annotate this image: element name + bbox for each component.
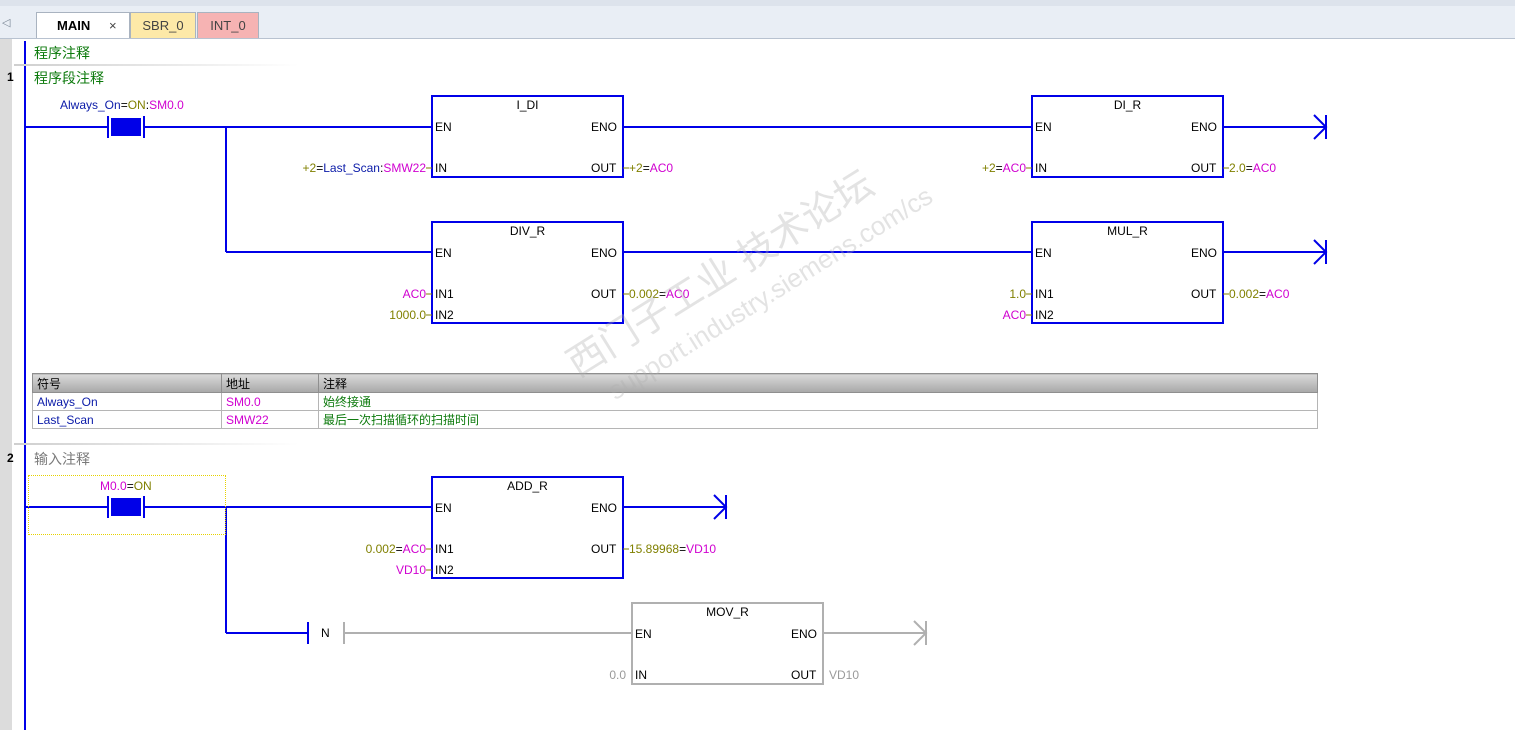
operand-out[interactable]: 15.89968=VD10 bbox=[629, 542, 716, 556]
pin-en: EN bbox=[435, 120, 452, 134]
operand-out[interactable]: 0.002=AC0 bbox=[1229, 287, 1289, 301]
operand-value: 0.002 bbox=[365, 542, 396, 556]
pin-out: OUT bbox=[1191, 287, 1217, 301]
pin-en: EN bbox=[435, 246, 452, 260]
column-header: 地址 bbox=[221, 373, 319, 393]
pin-eno: ENO bbox=[591, 501, 618, 515]
table-row[interactable]: Always_On SM0.0 始终接通 bbox=[32, 392, 1318, 411]
eq-sign: = bbox=[995, 161, 1003, 175]
contact-label[interactable]: M0.0=ON bbox=[100, 479, 152, 493]
box-title[interactable]: MUL_R bbox=[1032, 224, 1223, 238]
table-cell: Last_Scan bbox=[32, 410, 222, 429]
pin-in: IN bbox=[1035, 161, 1047, 175]
pin-out: OUT bbox=[591, 287, 617, 301]
pin-out: OUT bbox=[591, 542, 617, 556]
contact-address: M0.0 bbox=[100, 479, 127, 493]
column-header: 符号 bbox=[32, 373, 222, 393]
column-header: 注释 bbox=[318, 373, 1318, 393]
operand-value: 0.002 bbox=[1229, 287, 1260, 301]
box-title[interactable]: MOV_R bbox=[632, 605, 823, 619]
operand-out[interactable]: 2.0=AC0 bbox=[1229, 161, 1276, 175]
operand-address: AC0 bbox=[649, 161, 674, 175]
table-cell: SMW22 bbox=[221, 410, 319, 429]
pin-in: IN bbox=[435, 161, 447, 175]
pin-in1: IN1 bbox=[435, 542, 454, 556]
box-title[interactable]: DIV_R bbox=[432, 224, 623, 238]
operand-value: 15.89968 bbox=[629, 542, 680, 556]
n-contact-label[interactable]: N bbox=[321, 626, 330, 640]
operand-in2[interactable]: VD10 bbox=[326, 563, 426, 577]
operand-symbol: Last_Scan bbox=[323, 161, 380, 175]
table-cell: SM0.0 bbox=[221, 392, 319, 411]
network-number-2: 2 bbox=[7, 451, 14, 465]
operand-value: +2 bbox=[981, 161, 996, 175]
pin-in2: IN2 bbox=[1035, 308, 1054, 322]
ladder-diagram bbox=[26, 95, 1328, 685]
pin-en: EN bbox=[1035, 246, 1052, 260]
box-title[interactable]: DI_R bbox=[1032, 98, 1223, 112]
eq-sign: = bbox=[126, 479, 134, 493]
pin-eno: ENO bbox=[1191, 246, 1218, 260]
operand-out[interactable]: +2=AC0 bbox=[629, 161, 673, 175]
pin-in: IN bbox=[635, 668, 647, 682]
operand-in[interactable]: +2=AC0 bbox=[926, 161, 1026, 175]
table-cell: 始终接通 bbox=[318, 392, 1318, 411]
operand-in1[interactable]: AC0 bbox=[326, 287, 426, 301]
operand-value: 2.0 bbox=[1229, 161, 1246, 175]
operand-value: +2 bbox=[302, 161, 317, 175]
pin-en: EN bbox=[635, 627, 652, 641]
pin-in1: IN1 bbox=[1035, 287, 1054, 301]
pin-en: EN bbox=[435, 501, 452, 515]
table-cell: 最后一次扫描循环的扫描时间 bbox=[318, 410, 1318, 429]
operand-address: AC0 bbox=[1252, 161, 1277, 175]
contact-state: ON bbox=[127, 98, 146, 112]
operand-address: SMW22 bbox=[383, 161, 426, 175]
divider bbox=[14, 443, 299, 445]
pin-eno: ENO bbox=[791, 627, 818, 641]
operand-in1[interactable]: 0.002=AC0 bbox=[306, 542, 426, 556]
symbol-table: 符号 地址 注释 Always_On SM0.0 始终接通 Last_Scan … bbox=[32, 373, 1318, 429]
eq-sign: = bbox=[1245, 161, 1253, 175]
operand-out[interactable]: VD10 bbox=[829, 668, 859, 682]
pin-in2: IN2 bbox=[435, 563, 454, 577]
pin-out: OUT bbox=[1191, 161, 1217, 175]
pin-eno: ENO bbox=[591, 246, 618, 260]
eq-sign: = bbox=[395, 542, 403, 556]
box-title[interactable]: ADD_R bbox=[432, 479, 623, 493]
eq-sign: = bbox=[120, 98, 128, 112]
table-cell: Always_On bbox=[32, 392, 222, 411]
pin-out: OUT bbox=[791, 668, 817, 682]
pin-out: OUT bbox=[591, 161, 617, 175]
operand-in2[interactable]: AC0 bbox=[926, 308, 1026, 322]
contact-address: SM0.0 bbox=[149, 98, 184, 112]
pin-in2: IN2 bbox=[435, 308, 454, 322]
pin-eno: ENO bbox=[591, 120, 618, 134]
operand-in[interactable]: +2=Last_Scan:SMW22 bbox=[226, 161, 426, 175]
eq-sign: = bbox=[1259, 287, 1267, 301]
network-2-comment[interactable]: 输入注释 bbox=[34, 449, 90, 469]
eq-sign: = bbox=[642, 161, 650, 175]
operand-in2[interactable]: 1000.0 bbox=[326, 308, 426, 322]
operand-address: AC0 bbox=[1002, 161, 1026, 175]
pin-en: EN bbox=[1035, 120, 1052, 134]
operand-address: VD10 bbox=[686, 542, 717, 556]
operand-in[interactable]: 0.0 bbox=[526, 668, 626, 682]
contact-fill bbox=[111, 118, 141, 136]
operand-value: +2 bbox=[629, 161, 643, 175]
contact-symbol: Always_On bbox=[60, 98, 121, 112]
contact-label[interactable]: Always_On=ON:SM0.0 bbox=[60, 98, 184, 112]
box-title[interactable]: I_DI bbox=[432, 98, 623, 112]
table-row[interactable]: Last_Scan SMW22 最后一次扫描循环的扫描时间 bbox=[32, 410, 1318, 429]
operand-address: AC0 bbox=[1266, 287, 1290, 301]
pin-in1: IN1 bbox=[435, 287, 454, 301]
operand-address: AC0 bbox=[402, 542, 426, 556]
operand-in1[interactable]: 1.0 bbox=[926, 287, 1026, 301]
contact-state: ON bbox=[133, 479, 152, 493]
pin-eno: ENO bbox=[1191, 120, 1218, 134]
